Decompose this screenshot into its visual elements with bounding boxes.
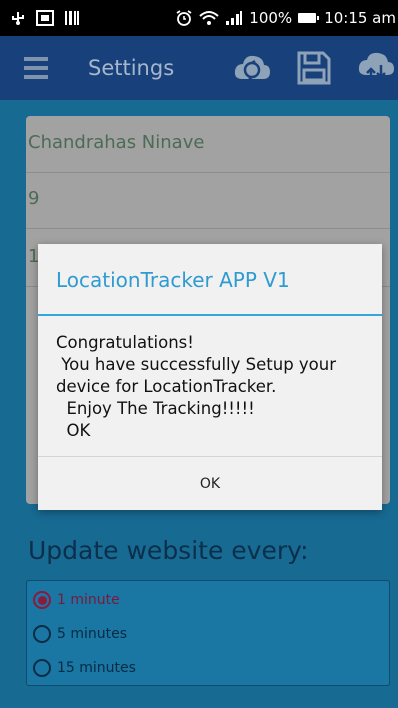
status-left bbox=[0, 10, 80, 26]
number-field[interactable]: 9 bbox=[26, 188, 390, 229]
alarm-icon bbox=[175, 9, 193, 27]
dialog-title-divider bbox=[38, 314, 382, 316]
usb-icon bbox=[10, 10, 26, 26]
page-title: Settings bbox=[88, 56, 175, 80]
save-icon[interactable] bbox=[292, 46, 336, 90]
cloud-sync-icon[interactable] bbox=[230, 46, 274, 90]
radio-checked-icon bbox=[33, 591, 51, 609]
signal-icon bbox=[225, 10, 243, 26]
notification-image-icon bbox=[36, 10, 54, 26]
clock: 10:15 am bbox=[324, 9, 396, 27]
number-value: 9 bbox=[28, 188, 40, 209]
update-interval-label: Update website every: bbox=[28, 536, 309, 565]
cloud-upload-download-icon[interactable] bbox=[354, 46, 398, 90]
dialog-message: Congratulations! You have successfully S… bbox=[56, 333, 337, 440]
name-value: Chandrahas Ninave bbox=[28, 132, 205, 153]
barcode-icon bbox=[64, 10, 80, 26]
battery-icon bbox=[298, 13, 320, 23]
ok-button[interactable]: OK bbox=[38, 457, 382, 510]
status-right: 100% 10:15 am bbox=[175, 9, 398, 27]
setup-success-dialog: LocationTracker APP V1 Congratulations! … bbox=[38, 244, 382, 510]
radio-unchecked-icon bbox=[33, 625, 51, 643]
status-bar: 100% 10:15 am bbox=[0, 0, 398, 36]
update-interval-group: 1 minute 5 minutes 15 minutes bbox=[26, 580, 390, 686]
radio-label: 15 minutes bbox=[57, 660, 136, 676]
dialog-title: LocationTracker APP V1 bbox=[56, 268, 290, 292]
toolbar: Settings bbox=[0, 36, 398, 100]
radio-option-1-minute[interactable]: 1 minute bbox=[33, 591, 120, 609]
radio-option-5-minutes[interactable]: 5 minutes bbox=[33, 625, 127, 643]
screen: 100% 10:15 am Settings Chandrahas Ninave… bbox=[0, 0, 398, 708]
radio-option-15-minutes[interactable]: 15 minutes bbox=[33, 659, 136, 677]
menu-icon[interactable] bbox=[24, 57, 48, 79]
radio-unchecked-icon bbox=[33, 659, 51, 677]
toolbar-actions bbox=[230, 46, 398, 90]
radio-label: 1 minute bbox=[57, 592, 120, 608]
radio-label: 5 minutes bbox=[57, 626, 128, 642]
battery-percent: 100% bbox=[249, 9, 293, 27]
name-field[interactable]: Chandrahas Ninave bbox=[26, 132, 390, 173]
wifi-icon bbox=[199, 10, 219, 26]
